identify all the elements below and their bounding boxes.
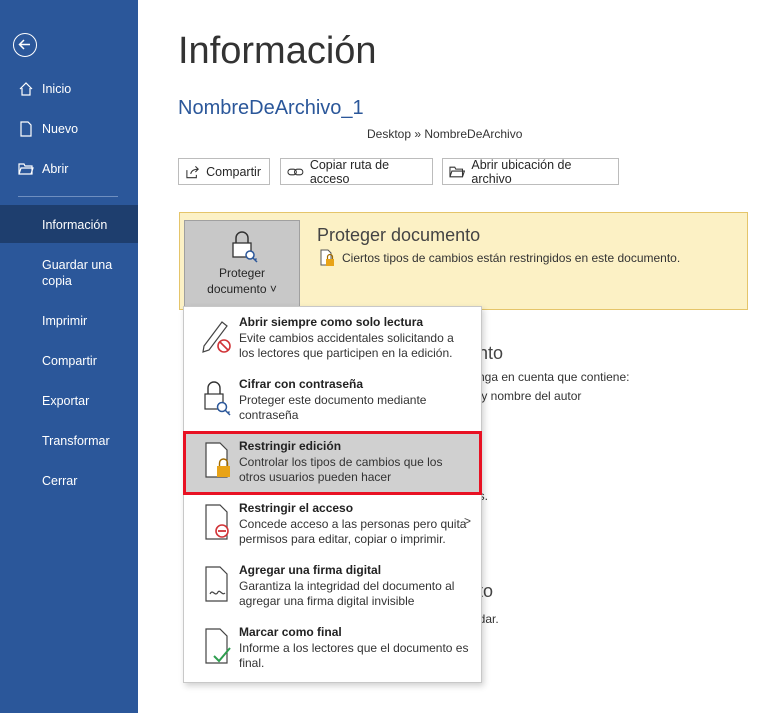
menu-item-desc: Garantiza la integridad del documento al… <box>239 579 455 608</box>
sidebar-item-transformar[interactable]: Transformar <box>0 433 138 451</box>
sidebar-item-label: Transformar <box>42 434 110 448</box>
inspect-line2-partial: to y nombre del autor <box>468 389 582 403</box>
document-restricted-icon <box>205 504 229 540</box>
sidebar-item-label: Guardar una copia <box>42 258 113 288</box>
sidebar-item-label: Información <box>42 218 108 232</box>
document-filename: NombreDeArchivo_1 <box>178 97 364 119</box>
sidebar-item-label: Imprimir <box>42 314 88 328</box>
open-location-button[interactable]: Abrir ubicación de archivo <box>442 157 619 186</box>
sidebar-item-label: Exportar <box>42 394 90 408</box>
menu-item-title: Restringir el acceso <box>239 501 354 515</box>
lock-key-icon <box>232 231 258 263</box>
sidebar-item-guardar-copia[interactable]: Guardar una copia <box>0 257 138 291</box>
menu-item-restrict-access[interactable]: Restringir el acceso Concede acceso a la… <box>186 496 479 554</box>
sidebar-item-exportar[interactable]: Exportar <box>0 393 138 411</box>
chevron-right-icon: > <box>463 514 471 528</box>
pencil-no-icon <box>202 321 231 353</box>
sidebar-item-label: Inicio <box>42 82 72 96</box>
protect-description: Ciertos tipos de cambios están restringi… <box>342 251 681 265</box>
menu-item-title: Agregar una firma digital <box>239 563 382 577</box>
link-icon <box>287 168 304 175</box>
protect-document-menu: Abrir siempre como solo lectura Evite ca… <box>183 306 482 683</box>
sidebar-item-imprimir[interactable]: Imprimir <box>0 313 138 331</box>
document-path: Desktop » NombreDeArchivo <box>367 127 523 141</box>
menu-item-desc: Controlar los tipos de cambios que los o… <box>239 455 443 484</box>
protect-button-line2: documento ˅ <box>207 282 277 296</box>
folder-icon <box>449 166 466 177</box>
back-button[interactable] <box>13 33 37 57</box>
sidebar-item-abrir[interactable]: Abrir <box>0 161 138 179</box>
menu-item-read-only[interactable]: Abrir siempre como solo lectura Evite ca… <box>186 310 479 368</box>
menu-item-title: Restringir edición <box>239 439 342 453</box>
share-icon <box>186 165 199 178</box>
lock-key-icon <box>204 381 231 416</box>
menu-item-title: Cifrar con contraseña <box>239 377 364 391</box>
copy-path-button[interactable]: Copiar ruta de acceso <box>280 157 433 186</box>
copy-path-label: Copiar ruta de acceso <box>309 157 390 186</box>
sidebar-item-label: Abrir <box>42 162 69 176</box>
document-check-icon <box>205 628 231 664</box>
protect-title: Proteger documento <box>317 225 481 245</box>
sidebar-item-nuevo[interactable]: Nuevo <box>0 121 138 139</box>
menu-item-desc: Informe a los lectores que el documento … <box>239 641 469 670</box>
share-button-label: Compartir <box>206 164 261 179</box>
menu-item-mark-final[interactable]: Marcar como final Informe a los lectores… <box>186 620 479 678</box>
sidebar-item-label: Compartir <box>42 354 97 368</box>
menu-item-desc: Concede acceso a las personas pero quita… <box>239 517 467 546</box>
document-signature-icon <box>205 566 228 602</box>
menu-item-digital-signature[interactable]: Agregar una firma digital Garantiza la i… <box>186 558 479 616</box>
new-document-icon <box>20 121 32 137</box>
share-button[interactable]: Compartir <box>178 158 270 185</box>
menu-item-desc: Evite cambios accidentales solicitando a… <box>239 331 454 360</box>
menu-item-desc: Proteger este documento mediante contras… <box>239 393 427 422</box>
page-title: Información <box>178 30 377 72</box>
menu-item-title: Abrir siempre como solo lectura <box>239 315 424 329</box>
backstage-sidebar: Inicio Nuevo Abrir Información Guardar u… <box>0 0 138 713</box>
back-arrow-icon <box>18 39 30 50</box>
sidebar-item-label: Nuevo <box>42 122 79 136</box>
lock-document-icon <box>320 249 334 266</box>
protect-document-button[interactable]: Proteger documento ˅ <box>184 220 300 307</box>
sidebar-item-cerrar[interactable]: Cerrar <box>0 473 138 491</box>
redacted-path <box>172 124 366 141</box>
protect-button-line1: Proteger <box>218 266 266 280</box>
sidebar-item-compartir[interactable]: Compartir <box>0 353 138 371</box>
sidebar-item-informacion[interactable]: Información <box>0 205 138 243</box>
menu-item-restrict-editing[interactable]: Restringir edición Controlar los tipos d… <box>183 431 482 495</box>
sidebar-item-label: Cerrar <box>42 474 78 488</box>
menu-item-encrypt-password[interactable]: Cifrar con contraseña Proteger este docu… <box>186 372 479 430</box>
protect-document-panel: Proteger documento ˅ Proteger documento … <box>179 212 748 310</box>
inspect-line1-partial: tenga en cuenta que contiene: <box>468 370 630 384</box>
open-folder-icon <box>18 163 34 175</box>
open-location-label: Abrir ubicación de archivo <box>471 157 572 186</box>
sidebar-item-inicio[interactable]: Inicio <box>0 81 138 99</box>
menu-item-title: Marcar como final <box>239 625 342 639</box>
document-lock-icon <box>205 442 230 478</box>
home-icon <box>19 82 33 96</box>
sidebar-divider <box>18 196 118 197</box>
